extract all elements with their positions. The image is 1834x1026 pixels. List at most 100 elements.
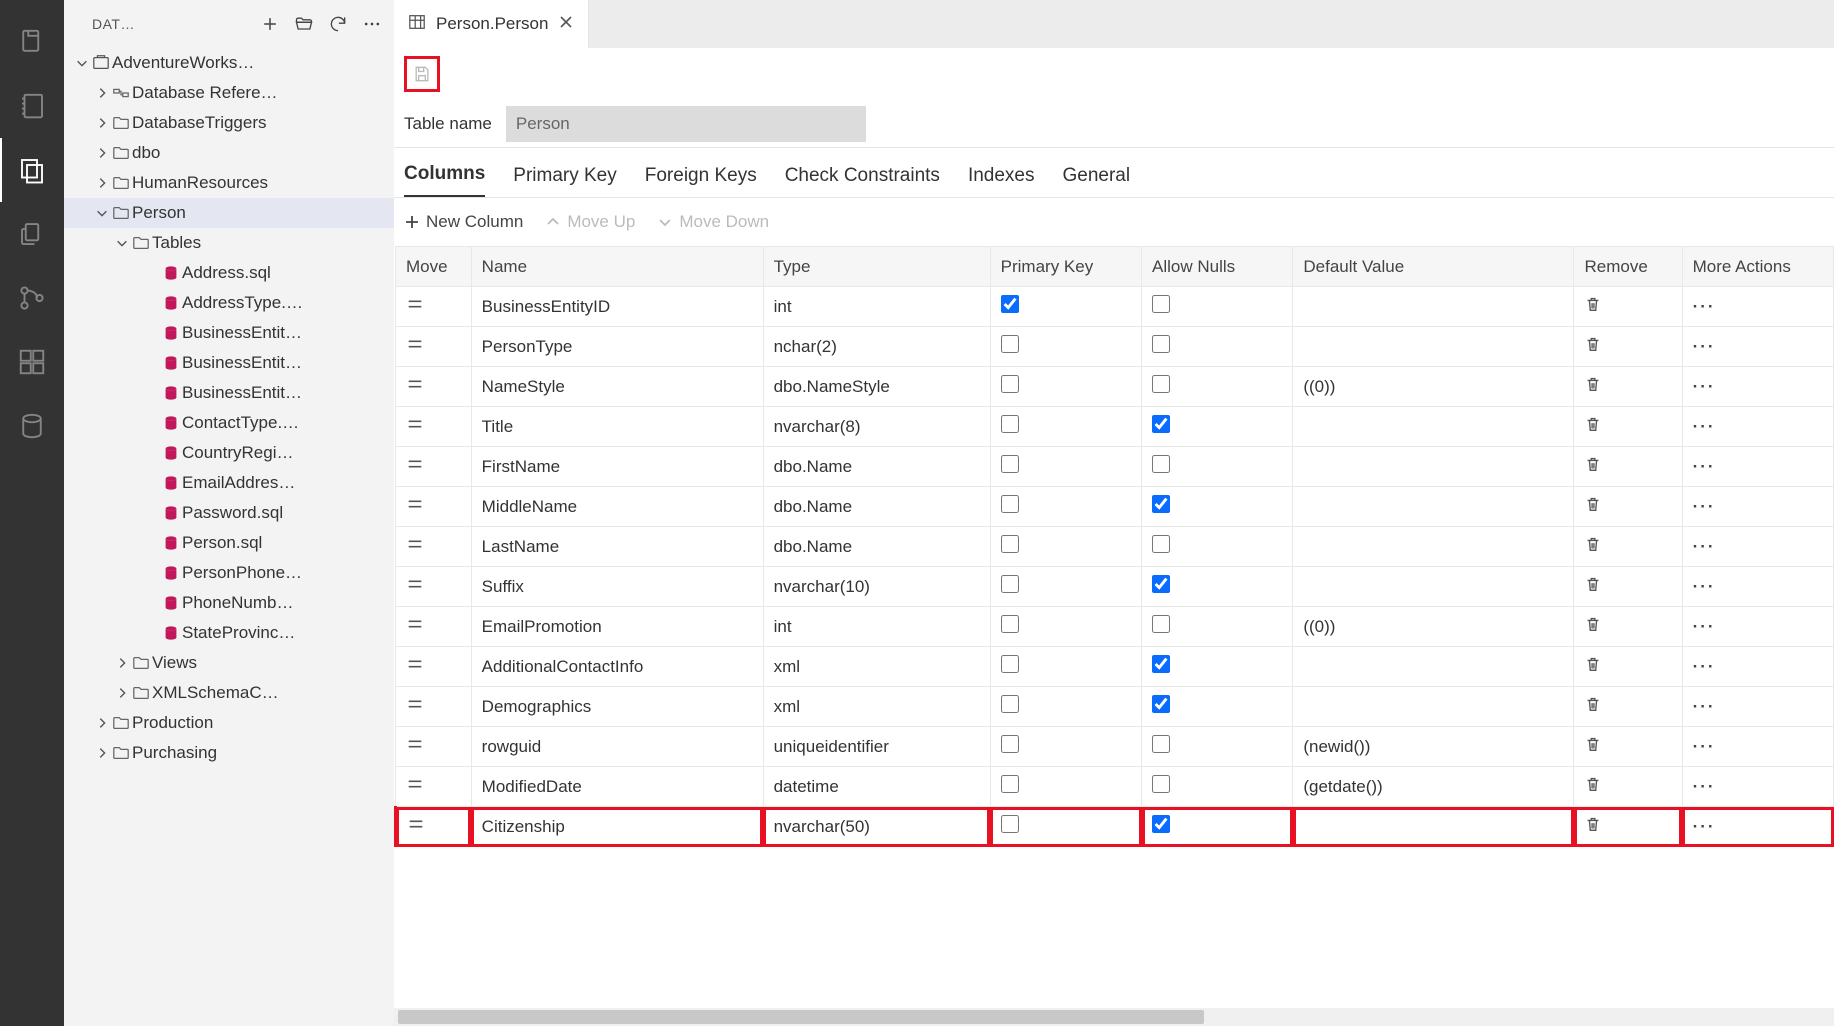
subtab-primary-key[interactable]: Primary Key — [513, 165, 616, 197]
drag-handle-icon[interactable] — [406, 338, 424, 357]
delete-icon[interactable] — [1584, 698, 1602, 717]
cell-name[interactable]: LastName — [471, 527, 763, 567]
table-name-input[interactable]: Person — [506, 106, 866, 142]
tree-item[interactable]: Person.sql — [64, 528, 394, 558]
allow-nulls-checkbox[interactable] — [1152, 295, 1170, 313]
cell-name[interactable]: Title — [471, 407, 763, 447]
primary-key-checkbox[interactable] — [1001, 455, 1019, 473]
cell-name[interactable]: PersonType — [471, 327, 763, 367]
cell-default[interactable] — [1293, 407, 1574, 447]
cell-default[interactable] — [1293, 287, 1574, 327]
allow-nulls-checkbox[interactable] — [1152, 495, 1170, 513]
allow-nulls-checkbox[interactable] — [1152, 335, 1170, 353]
allow-nulls-checkbox[interactable] — [1152, 575, 1170, 593]
primary-key-checkbox[interactable] — [1001, 575, 1019, 593]
new-file-icon[interactable] — [256, 10, 284, 38]
cell-default[interactable]: ((0)) — [1293, 607, 1574, 647]
cell-type[interactable]: uniqueidentifier — [763, 727, 990, 767]
more-actions-button[interactable]: ··· — [1693, 777, 1716, 796]
subtab-check-constraints[interactable]: Check Constraints — [785, 165, 940, 197]
delete-icon[interactable] — [1584, 378, 1602, 397]
cell-default[interactable]: (getdate()) — [1293, 767, 1574, 807]
allow-nulls-checkbox[interactable] — [1152, 535, 1170, 553]
subtab-foreign-keys[interactable]: Foreign Keys — [645, 165, 757, 197]
tree-item[interactable]: Tables — [64, 228, 394, 258]
cell-default[interactable] — [1293, 647, 1574, 687]
more-actions-button[interactable]: ··· — [1693, 377, 1716, 396]
column-row[interactable]: NameStyledbo.NameStyle((0))··· — [396, 367, 1834, 407]
column-row[interactable]: Citizenshipnvarchar(50)··· — [396, 807, 1834, 847]
cell-type[interactable]: xml — [763, 687, 990, 727]
cell-type[interactable]: dbo.Name — [763, 447, 990, 487]
primary-key-checkbox[interactable] — [1001, 375, 1019, 393]
cell-name[interactable]: BusinessEntityID — [471, 287, 763, 327]
tree-item[interactable]: BusinessEntit… — [64, 348, 394, 378]
allow-nulls-checkbox[interactable] — [1152, 775, 1170, 793]
more-actions-button[interactable]: ··· — [1693, 737, 1716, 756]
more-actions-button[interactable]: ··· — [1693, 297, 1716, 316]
tree-item[interactable]: BusinessEntit… — [64, 378, 394, 408]
subtab-columns[interactable]: Columns — [404, 163, 485, 197]
tree-item[interactable]: dbo — [64, 138, 394, 168]
delete-icon[interactable] — [1584, 818, 1602, 837]
primary-key-checkbox[interactable] — [1001, 495, 1019, 513]
scrollbar-thumb[interactable] — [398, 1010, 1204, 1024]
tree-item[interactable]: BusinessEntit… — [64, 318, 394, 348]
more-actions-button[interactable]: ··· — [1693, 617, 1716, 636]
cell-default[interactable] — [1293, 487, 1574, 527]
more-actions-button[interactable]: ··· — [1693, 577, 1716, 596]
activity-notebook[interactable] — [0, 74, 64, 138]
tree-item[interactable]: EmailAddres… — [64, 468, 394, 498]
drag-handle-icon[interactable] — [406, 418, 424, 437]
cell-type[interactable]: dbo.Name — [763, 527, 990, 567]
cell-type[interactable]: datetime — [763, 767, 990, 807]
cell-type[interactable]: nvarchar(10) — [763, 567, 990, 607]
more-actions-button[interactable]: ··· — [1693, 817, 1716, 836]
allow-nulls-checkbox[interactable] — [1152, 455, 1170, 473]
primary-key-checkbox[interactable] — [1001, 775, 1019, 793]
save-button[interactable] — [404, 56, 440, 92]
cell-name[interactable]: Suffix — [471, 567, 763, 607]
tree-item[interactable]: Person — [64, 198, 394, 228]
tree-item[interactable]: CountryRegi… — [64, 438, 394, 468]
tree-item[interactable]: DatabaseTriggers — [64, 108, 394, 138]
column-row[interactable]: AdditionalContactInfoxml··· — [396, 647, 1834, 687]
cell-default[interactable]: ((0)) — [1293, 367, 1574, 407]
subtab-general[interactable]: General — [1062, 165, 1130, 197]
tree-item[interactable]: XMLSchemaC… — [64, 678, 394, 708]
activity-database[interactable] — [0, 394, 64, 458]
tree-item[interactable]: Password.sql — [64, 498, 394, 528]
delete-icon[interactable] — [1584, 618, 1602, 637]
cell-default[interactable] — [1293, 567, 1574, 607]
allow-nulls-checkbox[interactable] — [1152, 695, 1170, 713]
tree-item[interactable]: StateProvinc… — [64, 618, 394, 648]
drag-handle-icon[interactable] — [407, 818, 425, 837]
delete-icon[interactable] — [1584, 738, 1602, 757]
more-actions-button[interactable]: ··· — [1693, 417, 1716, 436]
delete-icon[interactable] — [1584, 578, 1602, 597]
cell-name[interactable]: rowguid — [471, 727, 763, 767]
column-row[interactable]: MiddleNamedbo.Name··· — [396, 487, 1834, 527]
cell-type[interactable]: dbo.Name — [763, 487, 990, 527]
cell-name[interactable]: FirstName — [471, 447, 763, 487]
allow-nulls-checkbox[interactable] — [1152, 375, 1170, 393]
cell-name[interactable]: MiddleName — [471, 487, 763, 527]
delete-icon[interactable] — [1584, 418, 1602, 437]
cell-type[interactable]: nchar(2) — [763, 327, 990, 367]
column-row[interactable]: Titlenvarchar(8)··· — [396, 407, 1834, 447]
tree-item[interactable]: Production — [64, 708, 394, 738]
cell-default[interactable] — [1293, 807, 1574, 847]
delete-icon[interactable] — [1584, 458, 1602, 477]
cell-type[interactable]: nvarchar(50) — [763, 807, 990, 847]
activity-extensions[interactable] — [0, 330, 64, 394]
cell-type[interactable]: xml — [763, 647, 990, 687]
tree-item[interactable]: Address.sql — [64, 258, 394, 288]
drag-handle-icon[interactable] — [406, 498, 424, 517]
drag-handle-icon[interactable] — [406, 378, 424, 397]
delete-icon[interactable] — [1584, 658, 1602, 677]
activity-source-control[interactable] — [0, 266, 64, 330]
column-row[interactable]: Demographicsxml··· — [396, 687, 1834, 727]
drag-handle-icon[interactable] — [406, 458, 424, 477]
allow-nulls-checkbox[interactable] — [1152, 415, 1170, 433]
drag-handle-icon[interactable] — [406, 738, 424, 757]
